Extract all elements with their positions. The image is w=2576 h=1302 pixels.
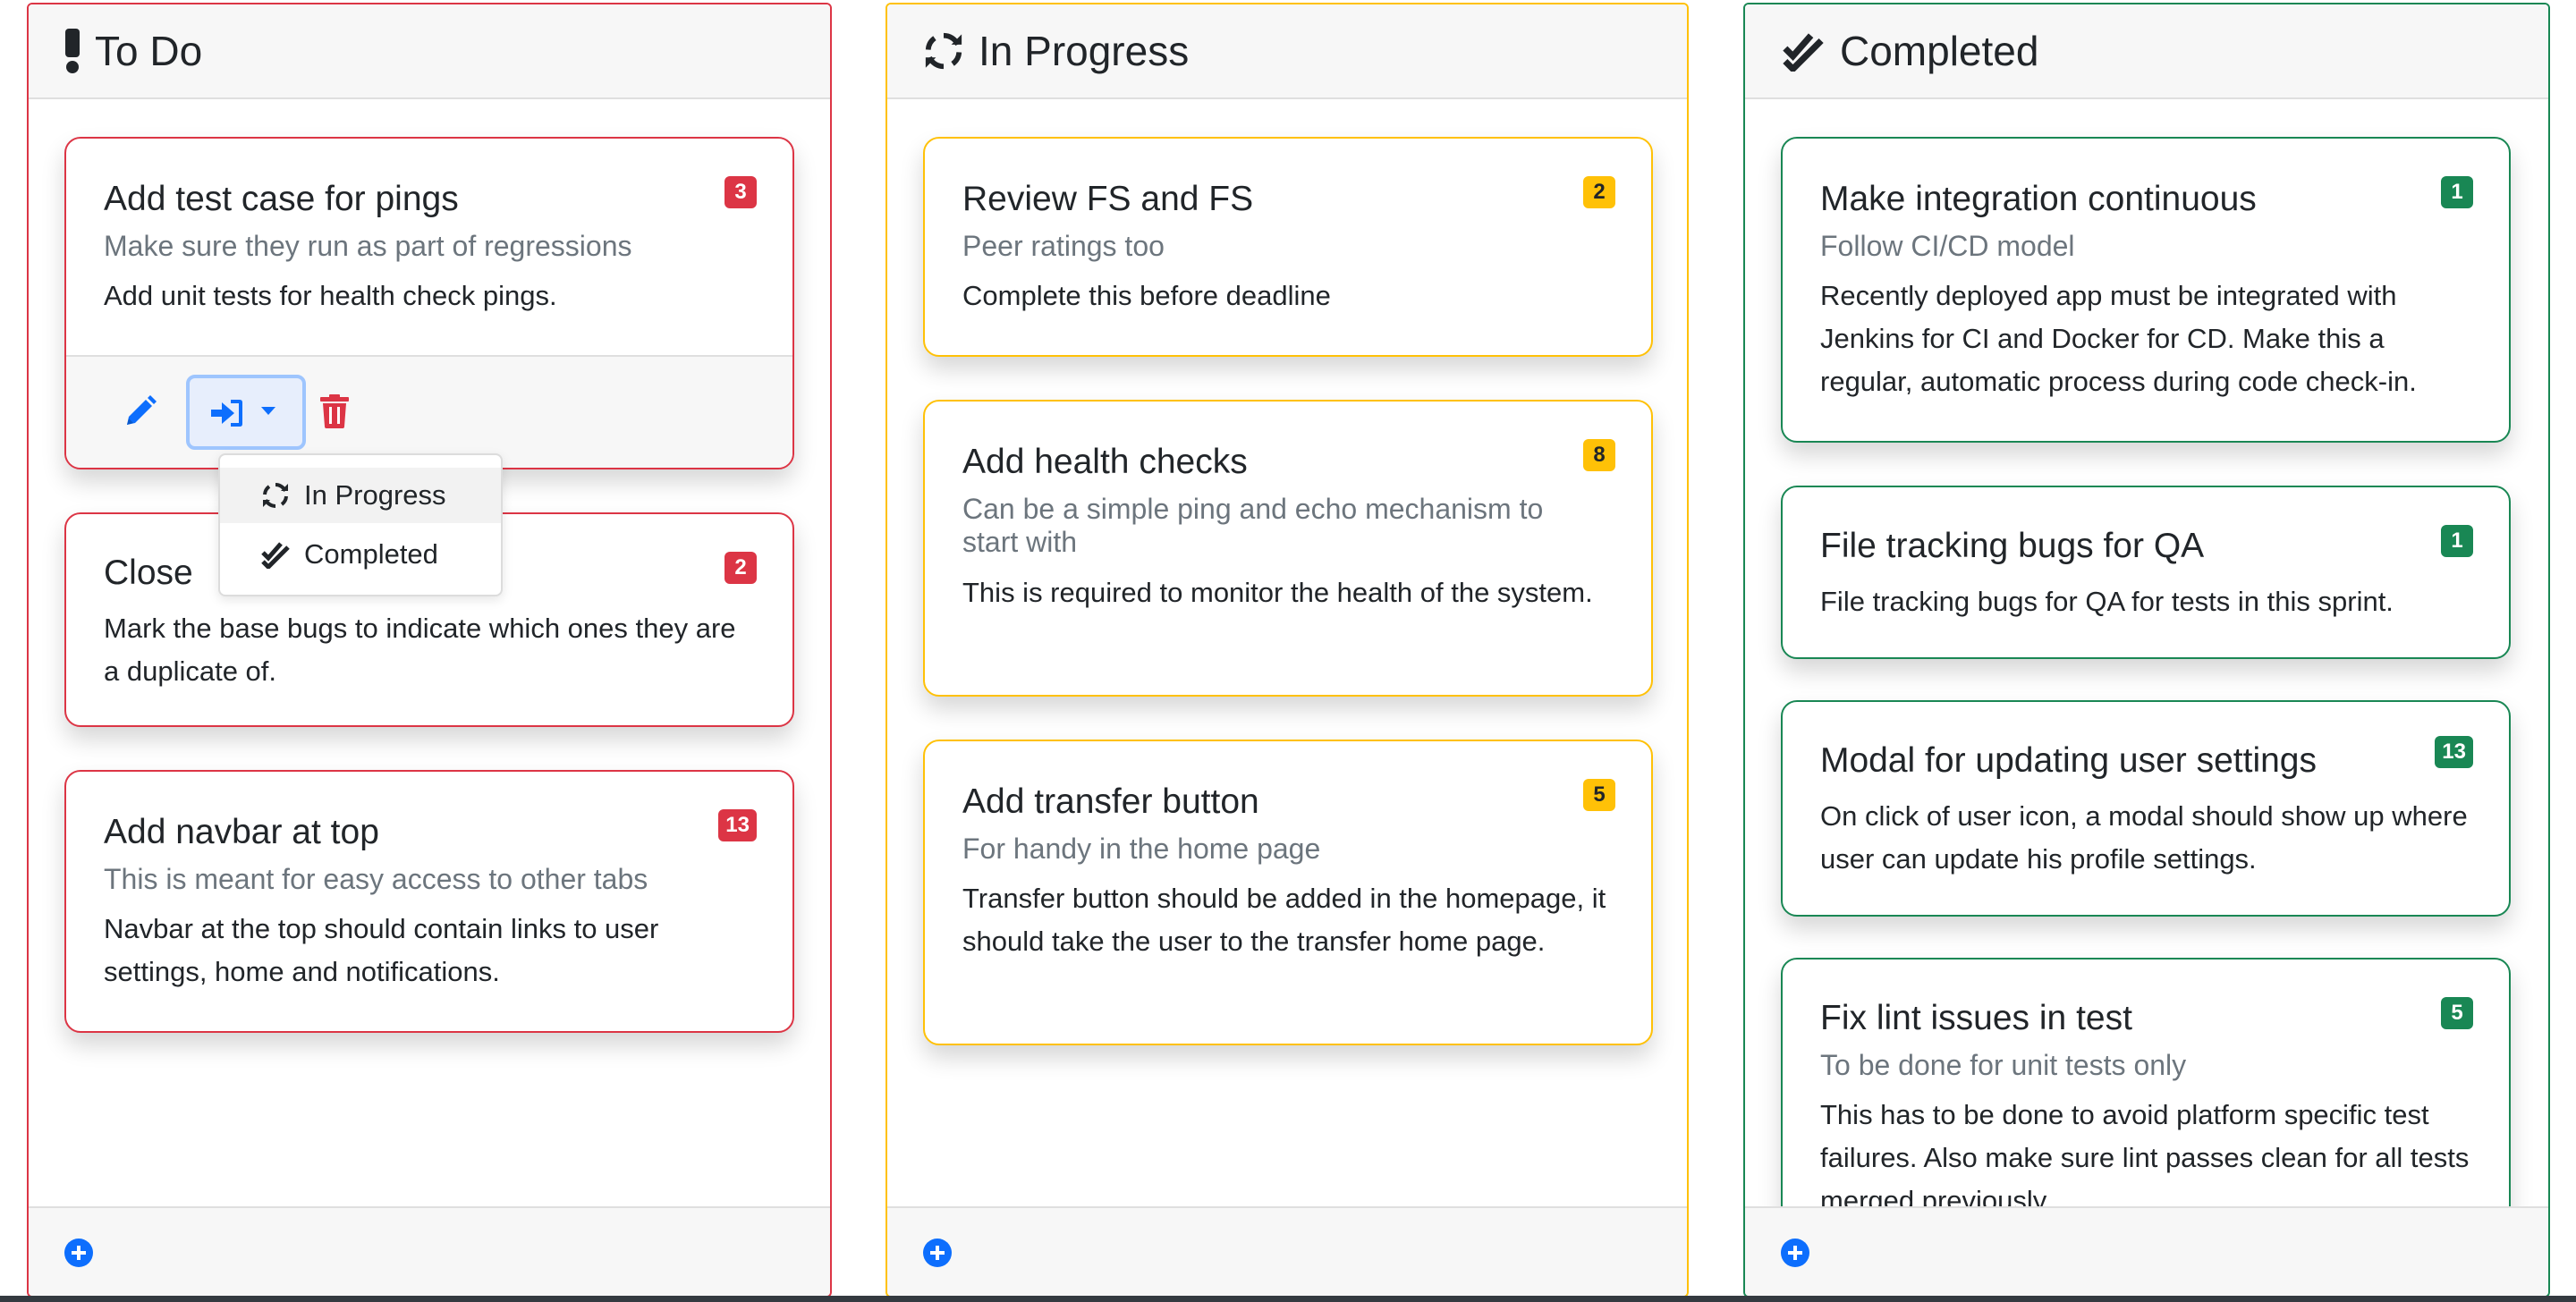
task-card[interactable]: Make integration continuous 1 Follow CI/…	[1781, 137, 2511, 443]
card-text: Transfer button should be added in the h…	[962, 883, 1606, 957]
exclamation-icon	[65, 29, 80, 73]
column-title-completed: Completed	[1840, 28, 2039, 74]
card-text: Add unit tests for health check pings.	[104, 280, 557, 311]
bottom-strip	[0, 1296, 2576, 1302]
card-title: Add test case for pings	[104, 180, 459, 218]
card-subtitle: Follow CI/CD model	[1820, 230, 2075, 262]
card-subtitle: Peer ratings too	[962, 230, 1165, 262]
task-card[interactable]: File tracking bugs for QA 1 File trackin…	[1781, 486, 2511, 659]
card-title: Add health checks	[962, 443, 1248, 481]
column-header-todo: To Do	[29, 4, 830, 99]
sync-icon	[263, 482, 288, 509]
caret-down-icon	[261, 407, 275, 415]
card-subtitle: Make sure they run as part of regression…	[104, 230, 632, 262]
dropdown-item-label: Completed	[304, 538, 438, 570]
task-card[interactable]: Add transfer button 5 For handy in the h…	[923, 740, 1653, 1045]
column-footer-in-progress	[887, 1206, 1687, 1296]
card-text: Complete this before deadline	[962, 280, 1331, 311]
card-text: This has to be done to avoid platform sp…	[1820, 1099, 2470, 1216]
card-footer	[66, 355, 792, 468]
move-dropdown-button[interactable]	[186, 375, 306, 450]
card-title: Fix lint issues in test	[1820, 999, 2132, 1037]
task-card[interactable]: Add health checks 8 Can be a simple ping…	[923, 400, 1653, 697]
column-header-completed: Completed	[1745, 4, 2548, 99]
points-badge: 5	[1583, 779, 1615, 811]
double-check-icon	[261, 542, 290, 569]
task-card[interactable]: Add test case for pings 3 Make sure they…	[64, 137, 794, 469]
column-in-progress: In Progress Review FS and FS 2 Peer rati…	[886, 3, 1689, 1298]
plus-circle-icon[interactable]	[64, 1239, 93, 1267]
points-badge: 2	[724, 552, 757, 584]
points-badge: 1	[2441, 525, 2473, 557]
card-subtitle: This is meant for easy access to other t…	[104, 863, 648, 895]
trash-icon[interactable]	[320, 394, 349, 428]
move-dropdown-menu: In Progress Completed	[218, 453, 503, 596]
card-subtitle: To be done for unit tests only	[1820, 1049, 2187, 1081]
card-text: Navbar at the top should contain links t…	[104, 913, 659, 987]
plus-circle-icon[interactable]	[1781, 1239, 1809, 1267]
points-badge: 5	[2441, 997, 2473, 1029]
card-title: Add transfer button	[962, 782, 1259, 821]
dropdown-item-completed[interactable]: Completed	[220, 527, 501, 582]
points-badge: 13	[718, 809, 757, 841]
card-subtitle: Can be a simple ping and echo mechanism …	[962, 493, 1544, 558]
column-footer-completed	[1745, 1206, 2548, 1296]
card-text: On click of user icon, a modal should sh…	[1820, 800, 2468, 875]
card-text: This is required to monitor the health o…	[962, 577, 1593, 608]
task-card[interactable]: Add navbar at top 13 This is meant for e…	[64, 770, 794, 1033]
task-card[interactable]: Review FS and FS 2 Peer ratings too Comp…	[923, 137, 1653, 357]
points-badge: 1	[2441, 176, 2473, 208]
card-text: Recently deployed app must be integrated…	[1820, 280, 2417, 397]
points-badge: 13	[2435, 736, 2473, 768]
card-title: Close	[104, 554, 193, 592]
card-text: File tracking bugs for QA for tests in t…	[1820, 586, 2394, 617]
points-badge: 8	[1583, 439, 1615, 471]
dropdown-item-label: In Progress	[304, 479, 446, 511]
card-title: Modal for updating user settings	[1820, 741, 2317, 780]
card-title: File tracking bugs for QA	[1820, 527, 2205, 565]
card-title: Add navbar at top	[104, 813, 379, 851]
column-title-in-progress: In Progress	[979, 28, 1190, 74]
card-subtitle: For handy in the home page	[962, 833, 1321, 865]
dropdown-item-in-progress[interactable]: In Progress	[220, 468, 501, 523]
pencil-icon[interactable]	[123, 394, 157, 428]
sync-icon	[925, 32, 962, 70]
column-completed: Completed Make integration continuous 1 …	[1743, 3, 2550, 1298]
points-badge: 3	[724, 176, 757, 208]
plus-circle-icon[interactable]	[923, 1239, 952, 1267]
column-footer-todo	[29, 1206, 830, 1296]
card-title: Make integration continuous	[1820, 180, 2257, 218]
column-todo: To Do Add test case for pings 3 Make sur…	[27, 3, 832, 1298]
points-badge: 2	[1583, 176, 1615, 208]
task-card[interactable]: Modal for updating user settings 13 On c…	[1781, 700, 2511, 917]
move-to-icon	[211, 400, 242, 427]
card-text: Mark the base bugs to indicate which one…	[104, 613, 736, 687]
double-check-icon	[1783, 33, 1824, 72]
column-title-todo: To Do	[95, 28, 203, 74]
card-title: Review FS and FS	[962, 180, 1254, 218]
column-header-in-progress: In Progress	[887, 4, 1687, 99]
